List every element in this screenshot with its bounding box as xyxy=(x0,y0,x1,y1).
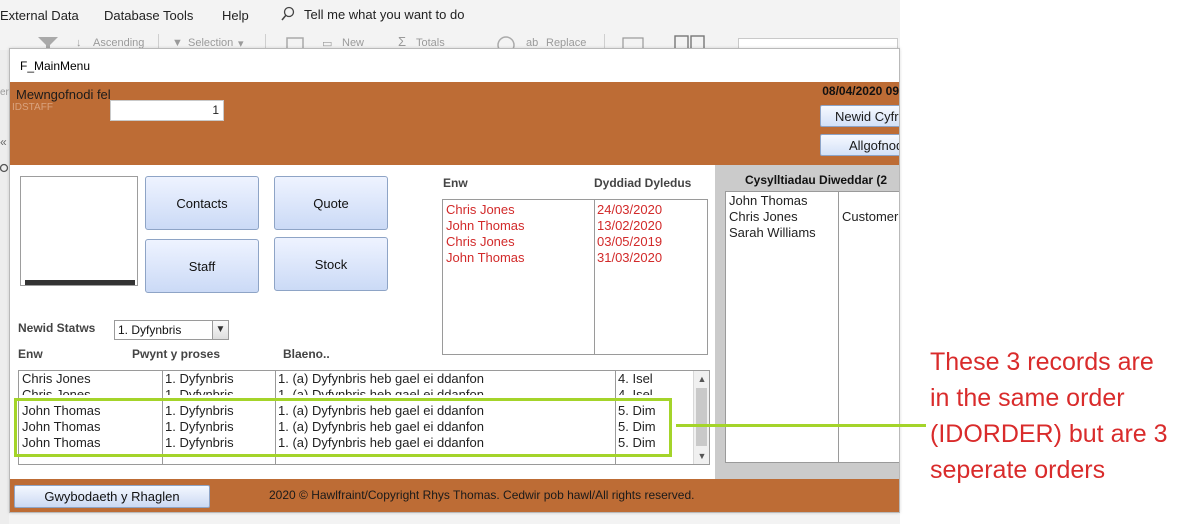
logo-graphic xyxy=(25,280,135,285)
search-icon xyxy=(281,6,295,21)
callout-line xyxy=(676,424,926,427)
header-band: Mewngofnodi fel IDSTAFF 1 08/04/2020 09 … xyxy=(10,82,899,165)
due-name: Chris Jones xyxy=(446,234,515,249)
order-priority: 4. Isel xyxy=(618,387,653,395)
due-date: 24/03/2020 xyxy=(597,202,663,217)
nav-search-icon[interactable] xyxy=(0,162,9,176)
table-row[interactable]: Chris Jones 1. Dyfynbris 1. (a) Dyfynbri… xyxy=(19,387,695,395)
scroll-down-icon[interactable]: ▼ xyxy=(694,448,709,464)
due-list-header-date: Dyddiad Dyledus xyxy=(594,176,692,190)
tell-me-box[interactable]: Tell me what you want to do xyxy=(280,6,464,22)
list-item[interactable]: Sarah Williams xyxy=(729,225,816,240)
quote-button[interactable]: Quote xyxy=(274,176,388,230)
tell-me-text: Tell me what you want to do xyxy=(304,6,465,22)
logout-button[interactable]: Allgofnodi xyxy=(820,134,899,156)
user-id-field[interactable]: 1 xyxy=(110,100,224,121)
scroll-up-icon[interactable]: ▲ xyxy=(694,371,709,387)
status-selected-value: 1. Dyfynbris xyxy=(118,323,182,337)
recent-contacts-panel: Cysylltiadau Diweddar (2 John Thomas Chr… xyxy=(715,165,899,479)
list-item[interactable]: Chris Jones xyxy=(729,209,798,224)
due-name: John Thomas xyxy=(446,250,525,265)
scroll-thumb[interactable] xyxy=(696,388,707,446)
annotation-line: These 3 records are xyxy=(930,348,1154,376)
annotation-line: (IDORDER) but are 3 xyxy=(930,420,1168,448)
collapse-icon[interactable]: « xyxy=(0,135,7,149)
list-item[interactable]: Chris Jones 03/05/2019 xyxy=(443,234,707,250)
order-priority: 4. Isel xyxy=(618,371,653,386)
due-date: 31/03/2020 xyxy=(597,250,663,265)
order-name: Chris Jones xyxy=(22,371,91,386)
recent-contacts-list[interactable]: John Thomas Chris Jones Sarah Williams C… xyxy=(725,191,899,463)
annotation-line: seperate orders xyxy=(930,456,1106,484)
form-titlebar: F_MainMenu xyxy=(10,49,899,82)
list-item[interactable]: John Thomas 13/02/2020 xyxy=(443,218,707,234)
nav-pane-strip: er « xyxy=(0,50,9,524)
due-name: Chris Jones xyxy=(446,202,515,217)
orders-header-name: Enw xyxy=(18,347,43,361)
copyright-text: 2020 © Hawlfraint/Copyright Rhys Thomas.… xyxy=(269,488,695,502)
due-date: 13/02/2020 xyxy=(597,218,663,233)
form-title: F_MainMenu xyxy=(20,59,91,73)
contact-type: Customer xyxy=(842,209,899,224)
due-name: John Thomas xyxy=(446,218,525,233)
change-password-button[interactable]: Newid Cyfrinair xyxy=(820,105,899,127)
logged-in-sublabel: IDSTAFF xyxy=(12,102,53,113)
nav-pane-label: er xyxy=(0,87,9,98)
order-stage: 1. Dyfynbris xyxy=(165,371,234,386)
order-name: Chris Jones xyxy=(22,387,91,395)
order-detail: 1. (a) Dyfynbris heb gael ei ddanfon xyxy=(278,387,484,395)
list-item[interactable]: John Thomas xyxy=(729,193,808,208)
menu-database-tools[interactable]: Database Tools xyxy=(104,8,193,23)
due-orders-list[interactable]: Chris Jones 24/03/2020 John Thomas 13/02… xyxy=(442,199,708,355)
chevron-down-icon[interactable]: ▼ xyxy=(212,321,228,339)
table-row[interactable]: Chris Jones 1. Dyfynbris 1. (a) Dyfynbri… xyxy=(19,371,695,387)
orders-header-detail: Blaeno.. xyxy=(283,347,330,361)
status-label: Newid Statws xyxy=(18,321,96,335)
order-detail: 1. (a) Dyfynbris heb gael ei ddanfon xyxy=(278,371,484,386)
orders-scrollbar[interactable]: ▲ ▼ xyxy=(693,371,709,464)
about-program-button[interactable]: Gwybodaeth y Rhaglen xyxy=(14,485,210,508)
column-divider xyxy=(838,192,839,462)
highlight-box xyxy=(14,398,672,457)
annotation-line: in the same order xyxy=(930,384,1125,412)
totals-sigma-icon: Σ xyxy=(398,34,407,49)
due-list-header-name: Enw xyxy=(443,176,468,190)
status-dropdown[interactable]: 1. Dyfynbris ▼ xyxy=(114,320,229,340)
menu-external-data[interactable]: External Data xyxy=(0,8,79,23)
footer-band: Gwybodaeth y Rhaglen 2020 © Hawlfraint/C… xyxy=(10,479,899,512)
menu-help[interactable]: Help xyxy=(222,8,249,23)
annotation-text: These 3 records are in the same order (I… xyxy=(930,344,1180,488)
list-item[interactable]: John Thomas 31/03/2020 xyxy=(443,250,707,266)
contacts-button[interactable]: Contacts xyxy=(145,176,259,230)
logged-in-label: Mewngofnodi fel xyxy=(16,87,111,102)
date-time-display: 08/04/2020 09 xyxy=(822,84,899,98)
logo-image xyxy=(20,176,138,286)
staff-button[interactable]: Staff xyxy=(145,239,259,293)
due-date: 03/05/2019 xyxy=(597,234,663,249)
recent-contacts-title: Cysylltiadau Diweddar (2 xyxy=(745,173,888,187)
stock-button[interactable]: Stock xyxy=(274,237,388,291)
menu-bar: External Data Database Tools Help Tell m… xyxy=(0,0,900,32)
order-stage: 1. Dyfynbris xyxy=(165,387,234,395)
orders-header-stage: Pwynt y proses xyxy=(132,347,221,361)
list-item[interactable]: Chris Jones 24/03/2020 xyxy=(443,202,707,218)
